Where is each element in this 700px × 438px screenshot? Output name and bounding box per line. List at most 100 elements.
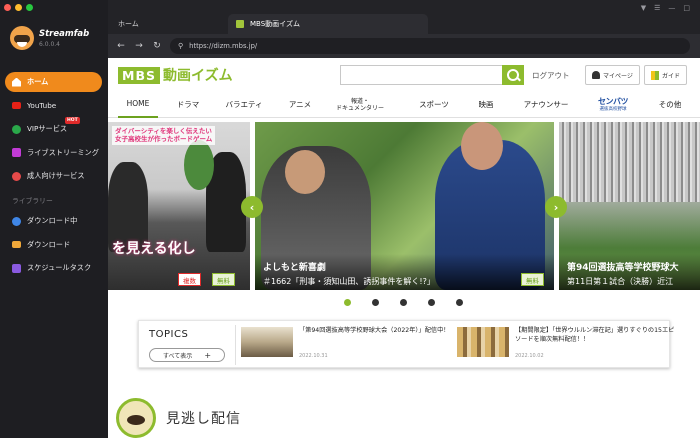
- show-all-label: すべて表示: [162, 352, 193, 360]
- mbs-logo[interactable]: MBS 動画イズム: [118, 65, 233, 85]
- sidebar-item-downloading[interactable]: ダウンロード中: [5, 211, 102, 231]
- vip-icon: [12, 124, 21, 134]
- carousel-dot[interactable]: [428, 299, 435, 306]
- live-icon: [12, 148, 21, 157]
- menu-news-line2: ドキュメンタリー: [335, 105, 384, 112]
- slide-headline-line2: 女子高校生が作ったボードゲーム: [115, 135, 213, 144]
- menu-news-line1: 報道・: [350, 97, 369, 105]
- menu-movies[interactable]: 映画: [470, 92, 502, 118]
- carousel-dot[interactable]: [344, 299, 351, 306]
- carousel-next-button[interactable]: ›: [545, 196, 567, 218]
- tab-home[interactable]: ホーム: [118, 14, 139, 34]
- mbs-favicon-icon: [236, 20, 244, 28]
- section-title: 見逃し配信: [166, 411, 241, 427]
- home-icon: [12, 77, 21, 87]
- url-field[interactable]: ⚲ https://dizm.mbs.jp/: [170, 38, 690, 54]
- slide-headline: ダイバーシティを楽しく伝えたい 女子高校生が作ったボードゲーム: [112, 126, 216, 145]
- sidebar-item-downloaded[interactable]: ダウンロード: [5, 235, 102, 255]
- sidebar-item-home[interactable]: ホーム: [5, 72, 102, 92]
- menu-sports[interactable]: スポーツ: [410, 92, 458, 118]
- carousel-slide[interactable]: ダイバーシティを楽しく伝えたい 女子高校生が作ったボードゲーム を見える化し 複…: [108, 122, 250, 290]
- window-controls: [4, 4, 33, 11]
- topic-item[interactable]: 「第94回選抜高等学校野球大会（2022年）」配信中！ 2022.10.31: [241, 325, 451, 365]
- menu-news[interactable]: 報道・ ドキュメンタリー: [324, 92, 396, 118]
- maximize-window-button[interactable]: [26, 4, 33, 11]
- slide-subtitle: ＃1662「刑事・須知山田、誘拐事件を解く!?」: [263, 277, 435, 286]
- carousel-slide[interactable]: よしもと新喜劇 ＃1662「刑事・須知山田、誘拐事件を解く!?」 無料: [255, 122, 554, 290]
- crowd-image: [559, 122, 700, 202]
- topic-text: 「第94回選抜高等学校野球大会（2022年）」配信中！: [299, 327, 450, 334]
- minimize-icon[interactable]: —: [668, 4, 675, 12]
- topics-title: TOPICS: [149, 329, 189, 340]
- sidebar-item-label: VIPサービス: [27, 124, 68, 133]
- menu-senbatsu[interactable]: センバツ 選抜高校野球: [588, 92, 638, 118]
- guide-icon: [651, 70, 659, 80]
- adult-icon: [12, 171, 21, 181]
- back-arrow-icon[interactable]: ←: [112, 41, 130, 51]
- mypage-label: マイページ: [603, 72, 633, 80]
- shirt-icon[interactable]: ▼: [641, 4, 646, 12]
- topic-date: 2022.10.31: [299, 353, 328, 359]
- mypage-button[interactable]: マイページ: [585, 65, 640, 85]
- logout-link[interactable]: ログアウト: [532, 70, 570, 81]
- carousel-prev-button[interactable]: ‹: [241, 196, 263, 218]
- topic-item[interactable]: 【期間限定】「世界ウルルン滞在記」選りすぐりの15エピソードを順次無料配信！！ …: [457, 325, 674, 365]
- web-content: MBS 動画イズム ログアウト マイページ ガイド HOME ドラマ バラエティ…: [108, 58, 700, 438]
- sidebar-item-label: ダウンロード中: [27, 216, 78, 225]
- person-icon: [592, 71, 600, 79]
- sidebar-item-vip[interactable]: VIPサービス HOT: [5, 117, 102, 139]
- site-menu: HOME ドラマ バラエティ アニメ 報道・ ドキュメンタリー スポーツ 映画 …: [108, 92, 700, 118]
- topics-panel: TOPICS すべて表示 + 「第94回選抜高等学校野球大会（2022年）」配信…: [138, 320, 674, 368]
- search-icon: ⚲: [178, 42, 184, 50]
- hero-carousel: ダイバーシティを楽しく伝えたい 女子高校生が作ったボードゲーム を見える化し 複…: [108, 122, 700, 290]
- menu-anime[interactable]: アニメ: [280, 92, 320, 118]
- sidebar-item-live[interactable]: ライブストリーミング: [5, 143, 102, 163]
- sidebar-item-youtube[interactable]: YouTube: [5, 96, 102, 116]
- plant-image: [184, 140, 214, 190]
- carousel-dot[interactable]: [372, 299, 379, 306]
- menu-icon[interactable]: ☰: [654, 4, 660, 12]
- menu-variety[interactable]: バラエティ: [218, 92, 270, 118]
- carousel-dot[interactable]: [456, 299, 463, 306]
- divider: [235, 325, 236, 365]
- sidebar-item-schedule[interactable]: スケジュールタスク: [5, 258, 102, 278]
- schedule-icon: [12, 263, 21, 273]
- window-tools: ▼ ☰ — □: [641, 4, 690, 12]
- minimize-window-button[interactable]: [15, 4, 22, 11]
- site-search-button[interactable]: [502, 65, 524, 85]
- topic-date: 2022.10.02: [515, 353, 544, 359]
- site-search-input[interactable]: [340, 65, 524, 85]
- sidebar-item-label: スケジュールタスク: [27, 263, 92, 272]
- slide-title: よしもと新喜劇: [263, 263, 326, 273]
- reload-icon[interactable]: ↻: [148, 41, 166, 51]
- folder-icon: [12, 241, 21, 248]
- menu-drama[interactable]: ドラマ: [168, 92, 208, 118]
- menu-home[interactable]: HOME: [118, 92, 158, 118]
- guide-button[interactable]: ガイド: [644, 65, 688, 85]
- tab-mbs[interactable]: MBS動画イズム: [228, 14, 428, 34]
- menu-other[interactable]: その他: [650, 92, 690, 118]
- hot-badge: HOT: [65, 117, 80, 124]
- carousel-dot[interactable]: [400, 299, 407, 306]
- face-image: [285, 150, 325, 194]
- app-logo: Streamfab 6.0.0.4: [10, 26, 89, 50]
- maximize-icon[interactable]: □: [683, 4, 690, 12]
- slide-title: 第94回選抜高等学校野球大: [567, 263, 679, 273]
- sidebar-item-label: ライブストリーミング: [27, 147, 99, 157]
- sidebar-item-label: ダウンロード: [27, 239, 71, 249]
- carousel-slide[interactable]: 第94回選抜高等学校野球大 第11日第１試合（決勝）近江: [559, 122, 700, 290]
- multi-badge: 複数: [178, 273, 201, 286]
- forward-arrow-icon[interactable]: →: [130, 41, 148, 51]
- library-section-label: ライブラリー: [12, 197, 53, 205]
- slide-caption: 第94回選抜高等学校野球大 第11日第１試合（決勝）近江: [559, 254, 700, 290]
- plus-icon: +: [204, 350, 212, 360]
- downloading-icon: [12, 216, 21, 226]
- topics-show-all-button[interactable]: すべて表示 +: [149, 348, 225, 362]
- menu-announcer[interactable]: アナウンサー: [518, 92, 574, 118]
- tab-label: MBS動画イズム: [250, 20, 300, 28]
- close-window-button[interactable]: [4, 4, 11, 11]
- app-version: 6.0.0.4: [39, 40, 60, 48]
- app-name: Streamfab: [39, 28, 90, 39]
- sidebar-item-adult[interactable]: 成人向けサービス: [5, 166, 102, 186]
- mbs-logo-box: MBS: [118, 66, 160, 84]
